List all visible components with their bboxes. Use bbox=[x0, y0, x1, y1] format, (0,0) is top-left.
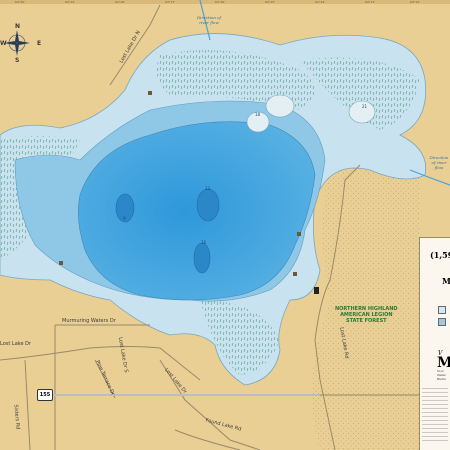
river-flow-label-east: Direction of river flow bbox=[429, 155, 449, 170]
top-tick: 64°17' bbox=[165, 0, 175, 4]
title-panel: (1,59 M V Ma Sour Water Backs bbox=[419, 237, 450, 450]
forest-label-line: STATE FOREST bbox=[345, 318, 387, 324]
top-tick: 64°15' bbox=[265, 0, 275, 4]
depth-label: 16 bbox=[201, 240, 207, 245]
top-tick: 64°20' bbox=[15, 0, 25, 4]
river-flow-label-north: Direction of river flow bbox=[196, 15, 222, 25]
depth-label: 9 bbox=[123, 216, 126, 221]
panel-notes: Sour Water Backs bbox=[437, 369, 446, 381]
legend-swatch bbox=[438, 306, 446, 314]
top-tick: 64°14' bbox=[315, 0, 325, 4]
depth-label: 21 bbox=[362, 104, 368, 109]
state-forest-label: NORTHERN HIGHLAND AMERICAN LEGION STATE … bbox=[335, 306, 398, 324]
compass-e-label: E bbox=[37, 40, 42, 47]
top-tick: 64°19' bbox=[65, 0, 75, 4]
deep-hole-2 bbox=[196, 188, 220, 222]
lake-map: 64°20' 64°19' 64°18' 64°17' 64°16' 64°15… bbox=[0, 0, 450, 450]
note-line: Backs bbox=[437, 377, 446, 381]
top-tick: 64°16' bbox=[215, 0, 225, 4]
depth-label: 18 bbox=[255, 112, 261, 117]
boat-landing-marker bbox=[148, 91, 152, 95]
top-tick: 64°12' bbox=[410, 0, 420, 4]
shoal-1 bbox=[265, 94, 295, 118]
boat-landing-marker bbox=[293, 272, 297, 276]
top-tick: 64°13' bbox=[365, 0, 375, 4]
compass-s-label: S bbox=[15, 57, 20, 64]
legend-swatch bbox=[438, 318, 446, 326]
boat-landing-marker bbox=[297, 232, 301, 236]
dock-icon bbox=[314, 287, 319, 294]
deep-hole-3 bbox=[193, 242, 211, 274]
boat-landing-marker bbox=[59, 261, 63, 265]
compass-n-label: N bbox=[15, 23, 21, 30]
panel-letter: M bbox=[442, 276, 450, 286]
fine-print bbox=[422, 388, 448, 444]
depth-label: 13 bbox=[205, 186, 211, 191]
map-canvas bbox=[0, 0, 450, 450]
road-label: Murmuring Waters Dr bbox=[62, 318, 116, 324]
road-label: Lost Lake Dr bbox=[0, 341, 32, 347]
acreage-label: (1,59 bbox=[430, 250, 450, 260]
compass-w-label: W bbox=[0, 40, 7, 47]
highway-shield: 155 bbox=[37, 389, 53, 401]
top-tick: 64°18' bbox=[115, 0, 125, 4]
